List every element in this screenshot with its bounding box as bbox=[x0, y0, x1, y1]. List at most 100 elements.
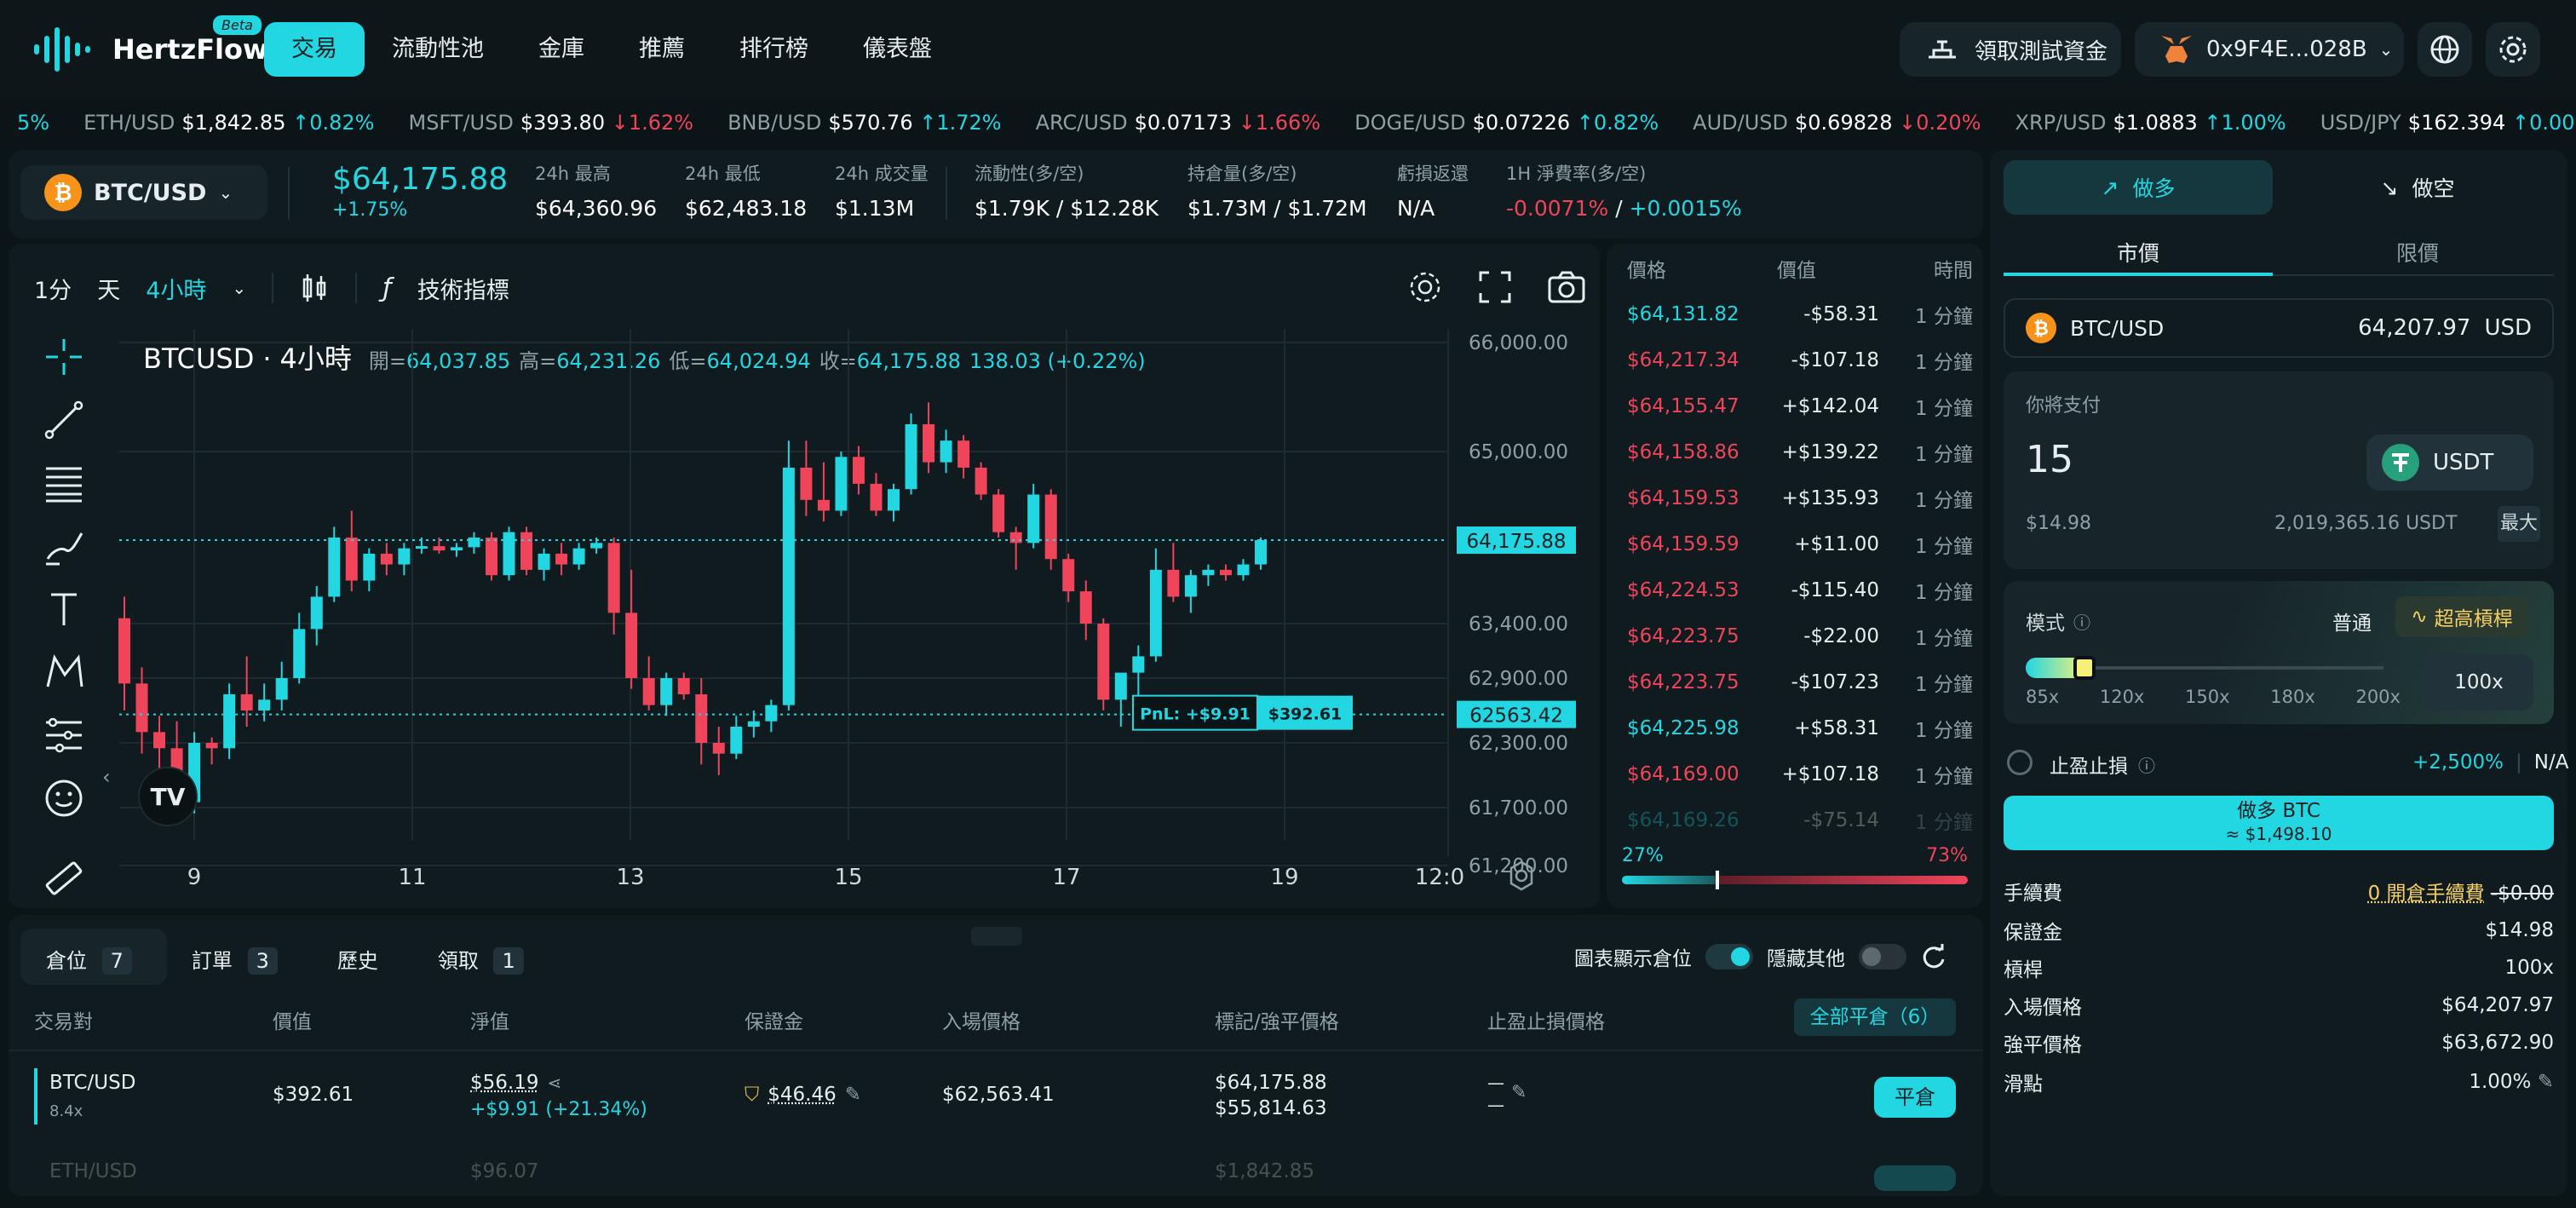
chart-panel: 1分 天 4小時 ⌄ ƒ 技術指標 BTCUSD · 4小時 開= 64,037.… bbox=[9, 244, 1600, 908]
position-net: $96.07 bbox=[470, 1160, 539, 1182]
tab-claim[interactable]: 領取 1 bbox=[438, 944, 524, 975]
ticker-item[interactable]: USD/JPY$162.394 ↑0.00% bbox=[2320, 111, 2576, 135]
candle bbox=[450, 547, 463, 551]
candle bbox=[590, 543, 603, 549]
candle bbox=[205, 743, 218, 749]
candle bbox=[503, 532, 515, 576]
candle bbox=[363, 553, 376, 581]
candle bbox=[1079, 591, 1092, 624]
show-on-chart-toggle[interactable] bbox=[1705, 944, 1753, 969]
collapse-toolbar-icon[interactable]: ‹ bbox=[102, 765, 111, 789]
pay-amount-input[interactable]: 15 bbox=[2026, 438, 2073, 481]
leverage-input[interactable]: 100x bbox=[2424, 654, 2533, 710]
trade-time: 1 分鐘 bbox=[1915, 398, 1973, 420]
nav-leaderboard[interactable]: 排行榜 bbox=[712, 22, 836, 77]
trade-pair-box[interactable]: ₿ BTC/USD 64,207.97 USD bbox=[2004, 298, 2554, 358]
tab-positions[interactable]: 倉位 7 bbox=[46, 944, 132, 975]
settings-button[interactable] bbox=[2486, 22, 2540, 77]
close-position-button[interactable] bbox=[1874, 1165, 1956, 1191]
axis-settings-icon[interactable] bbox=[1504, 859, 1538, 893]
candle bbox=[520, 532, 533, 570]
token-selector[interactable]: USDT bbox=[2366, 434, 2533, 491]
trade-value: -$58.31 bbox=[1803, 303, 1879, 325]
edit-icon[interactable]: ✎ bbox=[2538, 1071, 2554, 1093]
ticker-item[interactable]: BNB/USD $570.76 ↑1.72% bbox=[727, 111, 1002, 135]
trend-down-icon: ↘ bbox=[2380, 175, 2399, 200]
nav-trade[interactable]: 交易 bbox=[264, 22, 365, 77]
candle bbox=[380, 553, 393, 565]
hide-others-toggle[interactable] bbox=[1859, 944, 1906, 969]
ticker-item[interactable]: AUD/USD $0.69828 ↓0.20% bbox=[1693, 111, 1981, 135]
price-change: +1.75% bbox=[332, 199, 408, 221]
submit-long-button[interactable]: 做多 BTC ≈ $1,498.10 bbox=[2004, 796, 2554, 850]
chevron-down-icon: ⌄ bbox=[218, 182, 233, 203]
tpsl-checkbox[interactable] bbox=[2007, 750, 2033, 775]
trade-price: $64,223.75 bbox=[1627, 671, 1739, 693]
trade-price: $64,159.59 bbox=[1627, 533, 1739, 555]
max-button[interactable]: 最大 bbox=[2498, 506, 2540, 542]
share-icon[interactable]: ⋖ bbox=[547, 1073, 561, 1093]
nav-referral[interactable]: 推薦 bbox=[612, 22, 712, 77]
ticker-item[interactable]: XRP/USD $1.0883 ↑1.00% bbox=[2015, 111, 2286, 135]
trade-price: $64,159.53 bbox=[1627, 487, 1739, 509]
trade-price: $64,158.86 bbox=[1627, 441, 1739, 463]
nav-pools[interactable]: 流動性池 bbox=[365, 22, 511, 77]
candle bbox=[765, 705, 778, 722]
tab-history[interactable]: 歷史 bbox=[337, 944, 378, 974]
candle bbox=[957, 440, 970, 468]
trade-time: 1 分鐘 bbox=[1915, 812, 1973, 834]
position-pair: ETH/USD bbox=[49, 1160, 137, 1182]
hide-others-label: 隱藏其他 bbox=[1767, 948, 1845, 970]
trade-row: $64,223.75 -$22.00 1 分鐘 bbox=[1607, 613, 1973, 659]
pair-selector[interactable]: ₿ BTC/USD ⌄ bbox=[20, 165, 267, 220]
candle bbox=[782, 467, 795, 705]
trade-time: 1 分鐘 bbox=[1915, 766, 1973, 788]
nav-vault[interactable]: 金庫 bbox=[511, 22, 612, 77]
info-icon[interactable]: ⓘ bbox=[2073, 609, 2090, 634]
candle bbox=[923, 424, 935, 463]
mode-ultra[interactable]: ∿ 超高槓桿 bbox=[2395, 596, 2528, 637]
candle bbox=[835, 457, 848, 511]
trade-value: +$107.18 bbox=[1781, 763, 1879, 785]
edit-tpsl-icon[interactable]: ✎ bbox=[1511, 1082, 1527, 1103]
candle bbox=[433, 546, 446, 551]
nav-dashboard[interactable]: 儀表盤 bbox=[836, 22, 959, 77]
short-tab[interactable]: ↘ 做空 bbox=[2283, 160, 2552, 215]
position-net: $56.19 ⋖ bbox=[470, 1072, 562, 1094]
long-tab[interactable]: ↗ 做多 bbox=[2004, 160, 2273, 215]
close-all-button[interactable]: 全部平倉（6） bbox=[1794, 998, 1956, 1036]
ticker-item[interactable]: MSFT/USD $393.80 ↓1.62% bbox=[408, 111, 693, 135]
candle bbox=[1167, 569, 1180, 597]
tab-limit[interactable]: 限價 bbox=[2283, 237, 2552, 267]
ticker-item[interactable]: ARC/USD $0.07173 ↓1.66% bbox=[1036, 111, 1321, 135]
tab-market[interactable]: 市價 bbox=[2004, 237, 2273, 267]
wallet-button[interactable]: 0x9F4E...028B ⌄ bbox=[2135, 22, 2404, 77]
candle bbox=[852, 457, 865, 484]
candle bbox=[240, 694, 253, 710]
refresh-icon[interactable] bbox=[1920, 944, 1946, 969]
language-button[interactable] bbox=[2418, 22, 2472, 77]
x-tick-label: 13 bbox=[616, 865, 644, 890]
resize-handle[interactable] bbox=[971, 927, 1022, 946]
candle bbox=[118, 618, 130, 684]
ticker-item[interactable]: 5% bbox=[10, 111, 49, 135]
ticker-item[interactable]: DOGE/USD $0.07226 ↑0.82% bbox=[1354, 111, 1659, 135]
candle bbox=[1044, 494, 1057, 560]
price-chart[interactable]: 66,000.00 65,000.00 63,400.00 62,900.00 62,3… bbox=[9, 244, 1600, 908]
candle bbox=[468, 538, 480, 548]
candle bbox=[1255, 540, 1267, 565]
leverage-slider-thumb[interactable] bbox=[2073, 656, 2096, 680]
close-position-button[interactable]: 平倉 bbox=[1874, 1077, 1956, 1118]
col-mark-liq: 標記/強平價格 bbox=[1215, 1011, 1339, 1033]
price-ticker: 5% ETH/USD $1,842.85 ↑0.82% MSFT/USD $393.… bbox=[0, 99, 2576, 147]
info-icon[interactable]: ⓘ bbox=[2138, 752, 2155, 777]
tab-orders[interactable]: 訂單 3 bbox=[192, 944, 278, 975]
brand-name: HertzFlow bbox=[112, 33, 268, 66]
candle bbox=[747, 721, 760, 727]
mode-normal[interactable]: 普通 bbox=[2332, 607, 2372, 636]
ticker-item[interactable]: ETH/USD $1,842.85 ↑0.82% bbox=[83, 111, 374, 135]
edit-icon[interactable]: ✎ bbox=[845, 1084, 861, 1106]
divider bbox=[9, 1050, 1983, 1051]
faucet-button[interactable]: 領取測試資金 bbox=[1900, 22, 2121, 77]
tradingview-logo[interactable]: TV bbox=[138, 767, 198, 826]
